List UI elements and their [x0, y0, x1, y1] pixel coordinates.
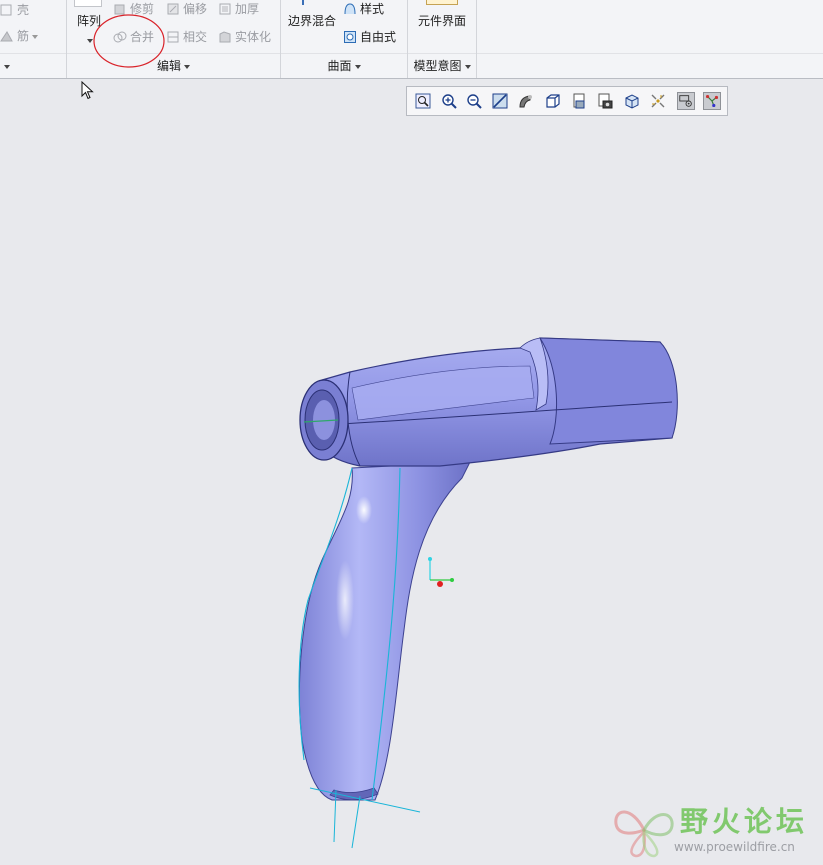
annotation-circle	[93, 14, 165, 68]
offset-icon	[167, 3, 179, 15]
shell-button[interactable]: 壳	[0, 2, 29, 18]
butterfly-logo-icon	[614, 810, 674, 858]
coordinate-system-icon	[428, 557, 454, 587]
saved-views-icon[interactable]	[570, 92, 588, 110]
site-watermark: 野火论坛 www.proewildfire.cn	[612, 798, 823, 865]
style-button[interactable]: 样式	[343, 1, 384, 17]
repaint-icon[interactable]	[491, 92, 509, 110]
thicken-icon	[219, 3, 231, 15]
display-style-icon[interactable]	[517, 92, 535, 110]
offset-button[interactable]: 偏移	[166, 1, 207, 17]
intersect-button[interactable]: 相交	[166, 29, 207, 45]
watermark-url: www.proewildfire.cn	[674, 840, 795, 854]
dryer-handle	[298, 461, 471, 801]
freestyle-icon	[344, 31, 356, 43]
intersect-icon	[167, 31, 179, 43]
handle-highlight	[356, 496, 372, 524]
freestyle-button[interactable]: 自由式	[343, 29, 396, 45]
hair-dryer-model[interactable]	[280, 330, 700, 850]
refit-icon[interactable]	[414, 92, 432, 110]
shell-icon	[0, 4, 12, 16]
perspective-icon[interactable]	[623, 92, 641, 110]
annotation-display-icon[interactable]	[649, 92, 667, 110]
component-interface-button[interactable]: 元件界面	[418, 13, 466, 29]
group-separator	[476, 0, 477, 78]
saved-orientations-icon[interactable]	[544, 92, 562, 110]
thicken-button[interactable]: 加厚	[218, 1, 259, 17]
component-interface-icon	[426, 0, 458, 5]
zoom-in-icon[interactable]	[440, 92, 458, 110]
view-manager-icon[interactable]	[596, 92, 614, 110]
surface-group-label[interactable]: 曲面	[281, 57, 407, 75]
solidify-icon	[219, 31, 231, 43]
style-icon	[344, 3, 356, 15]
datum-display-icon[interactable]	[677, 92, 695, 110]
spin-center-icon[interactable]	[703, 92, 721, 110]
zoom-out-icon[interactable]	[465, 92, 483, 110]
handle-highlight	[336, 560, 354, 640]
selected-edge	[351, 795, 361, 849]
pattern-icon	[74, 0, 102, 7]
rib-icon	[0, 31, 13, 42]
engineering-group-caret[interactable]	[0, 57, 10, 75]
view-toolbar	[406, 86, 728, 116]
watermark-site-name: 野火论坛	[680, 805, 809, 838]
dryer-rear-housing	[539, 337, 678, 445]
boundary-blend-button[interactable]: 边界混合	[288, 13, 336, 29]
rib-button[interactable]: 筋	[0, 28, 39, 44]
model-intent-group-label[interactable]: 模型意图	[408, 57, 476, 75]
solidify-button[interactable]: 实体化	[218, 29, 271, 45]
mouse-cursor-icon	[81, 81, 94, 100]
ribbon: 壳 筋 阵列 修剪 偏移 加厚 合并 相交 实体化 编辑 边界混合 样式 自由式…	[0, 0, 823, 79]
boundary-blend-icon	[302, 0, 314, 5]
